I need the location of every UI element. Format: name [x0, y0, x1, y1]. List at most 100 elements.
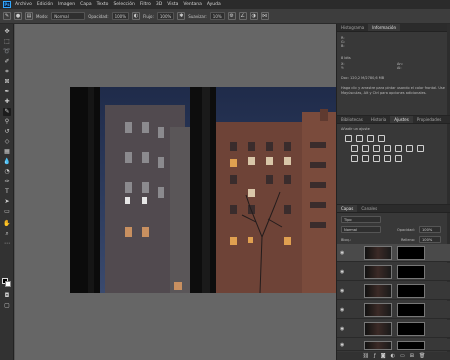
visibility-eye-icon[interactable]: ◉	[340, 326, 344, 332]
add-mask-icon[interactable]: ◙	[381, 352, 386, 360]
menu-archivo[interactable]: Archivo	[15, 2, 32, 7]
angle-icon[interactable]: ∠	[238, 12, 247, 20]
smooth-input[interactable]: 10%	[209, 12, 225, 20]
symmetry-icon[interactable]: ⋈	[260, 12, 269, 20]
clone-stamp-tool-icon[interactable]: ⚲	[3, 118, 11, 126]
pressure-opacity-icon[interactable]: ◐	[132, 12, 140, 20]
photo-filter-icon[interactable]	[395, 145, 402, 152]
visibility-eye-icon[interactable]: ◉	[340, 250, 344, 256]
layer-mask-thumbnail[interactable]	[397, 284, 425, 298]
delete-layer-icon[interactable]: 🗑	[419, 352, 425, 360]
canvas-area[interactable]	[15, 24, 336, 360]
smooth-settings-icon[interactable]: ⚙	[227, 12, 236, 20]
exposure-icon[interactable]	[378, 135, 385, 142]
airbrush-icon[interactable]: ✱	[177, 12, 186, 20]
new-layer-icon[interactable]: ⊞	[410, 352, 414, 360]
screen-mode-icon[interactable]: ▢	[3, 302, 11, 310]
tab-canales[interactable]: Canales	[357, 205, 381, 212]
tab-informacion[interactable]: Información	[368, 24, 400, 31]
tab-ajustes[interactable]: Ajustes	[390, 116, 413, 123]
hand-tool-icon[interactable]: ✋	[3, 220, 11, 228]
opacity-input[interactable]: 100%	[111, 12, 129, 20]
menu-imagen[interactable]: Imagen	[58, 2, 75, 7]
invert-icon[interactable]	[351, 155, 358, 162]
quick-select-tool-icon[interactable]: ✐	[3, 58, 11, 66]
more-tools-icon[interactable]: ⋯	[3, 240, 11, 248]
menu-texto[interactable]: Texto	[97, 2, 109, 7]
tab-histograma[interactable]: Histograma	[337, 24, 368, 31]
curves-icon[interactable]	[367, 135, 374, 142]
pen-tool-icon[interactable]: ✑	[3, 178, 11, 186]
eyedropper-tool-icon[interactable]: ✒	[3, 88, 11, 96]
menu-edicion[interactable]: Edición	[37, 2, 53, 7]
history-brush-tool-icon[interactable]: ↺	[3, 128, 11, 136]
layer-mask-thumbnail[interactable]	[397, 303, 425, 317]
tab-bibliotecas[interactable]: Bibliotecas	[337, 116, 367, 123]
black-white-icon[interactable]	[384, 145, 391, 152]
color-lookup-icon[interactable]	[417, 145, 424, 152]
brush-settings-icon[interactable]: ▤	[25, 12, 33, 20]
tab-capas[interactable]: Capas	[337, 205, 358, 212]
posterize-icon[interactable]	[362, 155, 369, 162]
link-layers-icon[interactable]: ⛓	[363, 352, 369, 360]
menu-ayuda[interactable]: Ayuda	[207, 2, 221, 7]
tab-propiedades[interactable]: Propiedades	[413, 116, 446, 123]
marquee-tool-icon[interactable]: ⬚	[3, 38, 11, 46]
layer-style-icon[interactable]: ƒ	[374, 352, 376, 360]
document-image[interactable]	[70, 87, 336, 293]
path-select-tool-icon[interactable]: ➤	[3, 198, 11, 206]
visibility-eye-icon[interactable]: ◉	[340, 342, 344, 348]
channel-mixer-icon[interactable]	[406, 145, 413, 152]
layer-filter-select[interactable]: Tipo	[341, 216, 381, 223]
brush-size-icon[interactable]: ●	[14, 12, 22, 20]
brightness-icon[interactable]	[345, 135, 352, 142]
menu-capa[interactable]: Capa	[80, 2, 92, 7]
layer-mask-thumbnail[interactable]	[397, 265, 425, 279]
move-tool-icon[interactable]: ✥	[3, 28, 11, 36]
layer-row[interactable]: ◉	[337, 282, 450, 300]
color-balance-icon[interactable]	[373, 145, 380, 152]
blend-mode-select[interactable]: Normal	[341, 226, 381, 233]
layer-mask-thumbnail[interactable]	[397, 322, 425, 336]
pressure-size-icon[interactable]: ◑	[249, 12, 258, 20]
gradient-tool-icon[interactable]: ▦	[3, 148, 11, 156]
menu-3d[interactable]: 3D	[156, 2, 162, 7]
type-tool-icon[interactable]: T	[3, 188, 11, 196]
brush-tool-icon[interactable]: ✎	[3, 108, 11, 116]
brush-preset-icon[interactable]: ✎	[3, 12, 11, 20]
visibility-eye-icon[interactable]: ◉	[340, 269, 344, 275]
layer-opacity-input[interactable]: 100%	[419, 226, 441, 233]
menu-seleccion[interactable]: Selección	[113, 2, 134, 7]
frame-tool-icon[interactable]: ⊠	[3, 78, 11, 86]
layer-mask-thumbnail[interactable]	[397, 246, 425, 260]
hue-saturation-icon[interactable]	[362, 145, 369, 152]
eraser-tool-icon[interactable]: ◇	[3, 138, 11, 146]
lasso-tool-icon[interactable]: ➰	[3, 48, 11, 56]
menu-filtro[interactable]: Filtro	[140, 2, 151, 7]
quick-mask-icon[interactable]: ◘	[3, 292, 11, 300]
selective-color-icon[interactable]	[395, 155, 402, 162]
crop-tool-icon[interactable]: ⌗	[3, 68, 11, 76]
threshold-icon[interactable]	[373, 155, 380, 162]
levels-icon[interactable]	[356, 135, 363, 142]
tab-historia[interactable]: Historia	[367, 116, 390, 123]
layer-row[interactable]: ◉	[337, 301, 450, 319]
new-adjustment-icon[interactable]: ◐	[391, 352, 395, 360]
healing-brush-tool-icon[interactable]: ✚	[3, 98, 11, 106]
fill-input[interactable]: 100%	[419, 236, 441, 243]
layer-row[interactable]: ◉	[337, 263, 450, 281]
gradient-map-icon[interactable]	[384, 155, 391, 162]
mode-select[interactable]: Normal	[51, 12, 86, 20]
dodge-tool-icon[interactable]: ◔	[3, 168, 11, 176]
visibility-eye-icon[interactable]: ◉	[340, 307, 344, 313]
layer-row[interactable]: ◉	[337, 244, 450, 262]
blur-tool-icon[interactable]: 💧	[3, 158, 11, 166]
layer-mask-thumbnail[interactable]	[397, 341, 425, 350]
zoom-tool-icon[interactable]: ⌕	[3, 230, 11, 238]
vibrance-icon[interactable]	[351, 145, 358, 152]
new-group-icon[interactable]: ▭	[400, 352, 405, 360]
background-color-swatch[interactable]	[5, 281, 11, 287]
visibility-eye-icon[interactable]: ◉	[340, 288, 344, 294]
menu-ventana[interactable]: Ventana	[183, 2, 201, 7]
shape-tool-icon[interactable]: ▭	[3, 208, 11, 216]
